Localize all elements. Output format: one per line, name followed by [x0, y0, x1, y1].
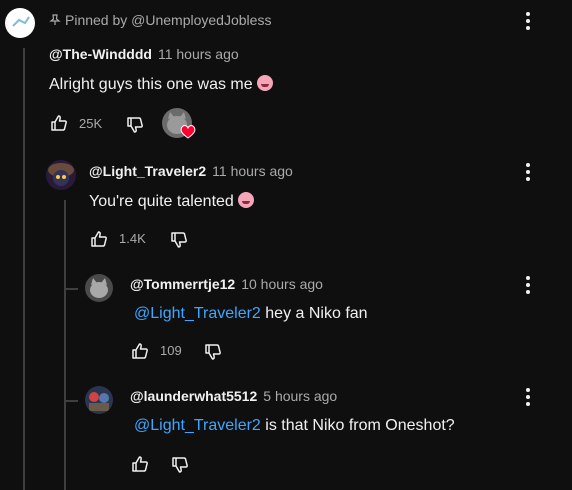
thread-curve-2	[64, 400, 78, 402]
reply-avatar[interactable]	[46, 160, 76, 190]
reply-menu-button[interactable]	[518, 273, 538, 297]
thread-line-main	[23, 48, 25, 490]
reply-time[interactable]: 10 hours ago	[241, 276, 323, 292]
reply-author[interactable]: @launderwhat5512	[130, 388, 257, 404]
comment-menu-button[interactable]	[518, 9, 538, 33]
reply-header: @launderwhat5512 5 hours ago	[130, 388, 337, 406]
reply-author[interactable]: @Tommerrtje12	[130, 276, 235, 292]
reply-menu-button[interactable]	[518, 385, 538, 409]
like-count: 109	[160, 343, 182, 358]
reply-time[interactable]: 11 hours ago	[212, 163, 293, 179]
comment-author[interactable]: @The-Windddd	[49, 46, 152, 62]
reply-avatar[interactable]	[85, 274, 113, 302]
dislike-icon[interactable]	[170, 455, 190, 475]
thread-line-reply	[64, 200, 66, 490]
group-avatar-icon	[89, 392, 109, 411]
pinned-label: Pinned by @UnemployedJobless	[49, 12, 271, 28]
like-icon[interactable]	[89, 229, 109, 249]
like-icon[interactable]	[49, 113, 69, 133]
reply-menu-button[interactable]	[518, 160, 538, 184]
reply-header: @Light_Traveler2 11 hours ago	[89, 163, 293, 181]
reply-text: You're quite talented	[89, 192, 255, 211]
reply-time[interactable]: 5 hours ago	[263, 388, 337, 404]
reply-avatar[interactable]	[85, 386, 113, 414]
reply-author[interactable]: @Light_Traveler2	[89, 163, 206, 179]
comment-header: @The-Windddd 11 hours ago	[49, 46, 239, 64]
comment-time[interactable]: 11 hours ago	[158, 46, 239, 62]
cat-avatar-icon	[90, 278, 108, 298]
avatar[interactable]	[5, 8, 35, 38]
dislike-icon[interactable]	[203, 342, 223, 362]
pin-icon	[49, 14, 61, 25]
niko-avatar-icon	[48, 163, 74, 186]
reply-text: @Light_Traveler2 hey a Niko fan	[134, 305, 368, 322]
pleading-face-emoji-icon	[238, 192, 255, 208]
like-count: 1.4K	[119, 231, 146, 246]
heart-icon	[180, 125, 196, 139]
like-icon[interactable]	[130, 454, 150, 474]
mention-link[interactable]: @Light_Traveler2	[134, 305, 261, 322]
dislike-icon[interactable]	[125, 115, 145, 135]
like-icon[interactable]	[130, 341, 150, 361]
avatar-logo-icon	[12, 16, 30, 27]
reply-text: @Light_Traveler2 is that Niko from Onesh…	[134, 417, 455, 434]
reply-header: @Tommerrtje12 10 hours ago	[130, 276, 323, 294]
thread-curve-1	[64, 288, 78, 290]
like-count: 25K	[79, 116, 103, 131]
dislike-icon[interactable]	[169, 230, 189, 250]
pleading-face-emoji-icon	[257, 75, 274, 91]
mention-link[interactable]: @Light_Traveler2	[134, 417, 261, 434]
comment-text: Alright guys this one was me	[49, 75, 274, 94]
